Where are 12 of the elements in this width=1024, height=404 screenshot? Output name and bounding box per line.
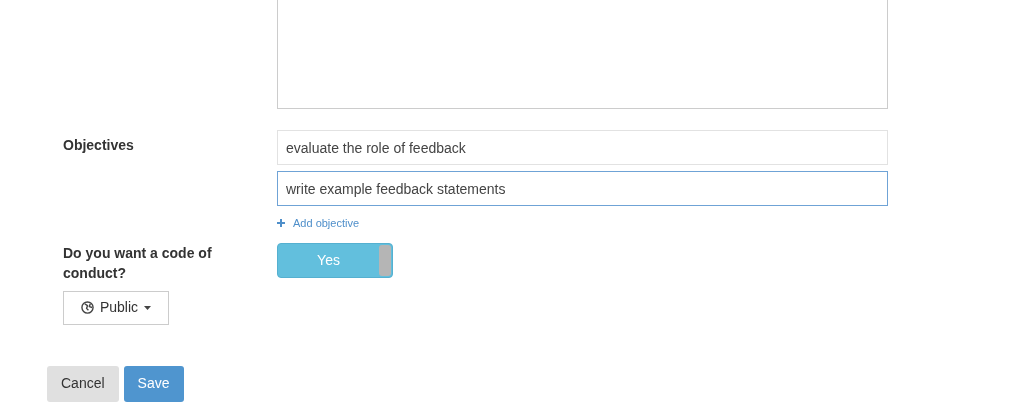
objective-field[interactable]: evaluate the role of feedback [277,130,888,165]
add-objective-link[interactable]: Add objective [277,215,360,232]
plus-icon [277,219,285,228]
field-label: Objectives [63,137,134,153]
text-area[interactable] [277,0,888,109]
cancel-button[interactable]: Cancel [47,365,119,402]
objective-field[interactable]: write example feedback statements [277,171,888,206]
caret-icon [144,305,152,310]
toggle-handle [379,244,391,276]
visibility-dropdown[interactable]: Public [63,290,169,325]
field-label: Do you want a code of conduct? [63,243,213,283]
globe-icon [80,301,94,314]
